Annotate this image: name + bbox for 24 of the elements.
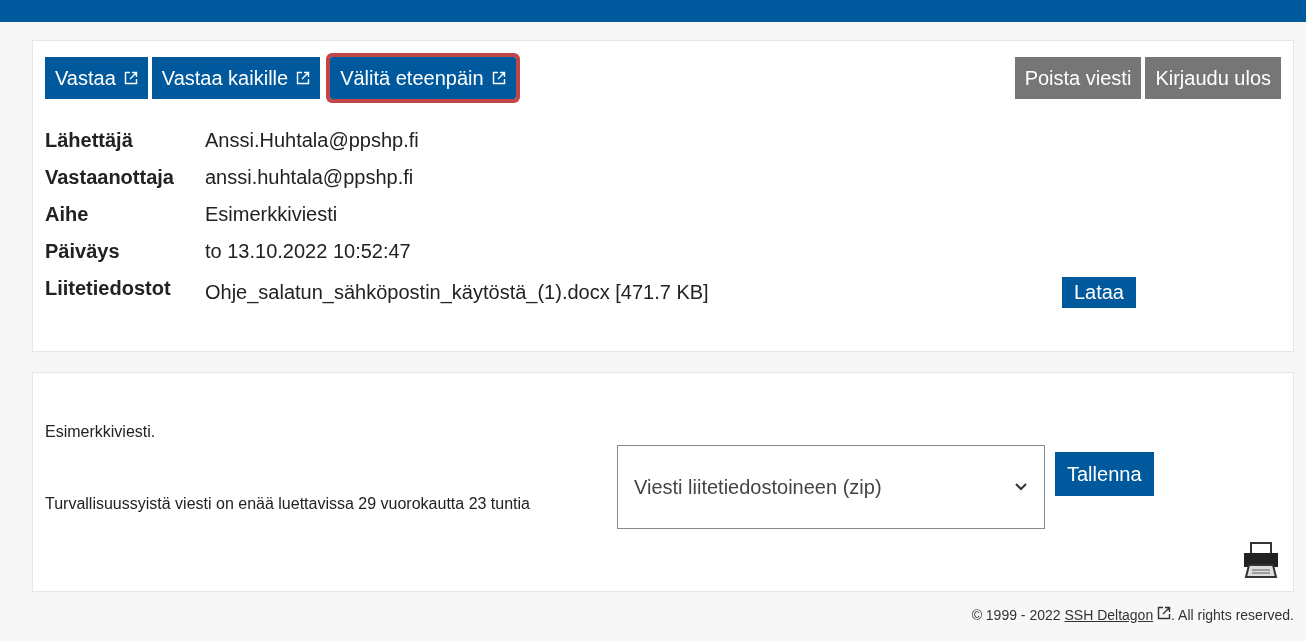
field-value: Esimerkkiviesti — [205, 203, 339, 226]
field-value: Anssi.Huhtala@ppshp.fi — [205, 129, 420, 152]
expiry-notice: Turvallisuussyistä viesti on enää luettavissa 29 vuorokautta 23 tuntia — [45, 494, 531, 514]
chevron-down-icon — [1014, 482, 1028, 492]
field-label: Vastaanottaja — [45, 166, 175, 189]
external-link-icon — [1157, 606, 1172, 620]
attachment-name: Ohje_salatun_sähköpostin_käytöstä_(1).docx [471.7 KB] — [205, 281, 710, 304]
save-button[interactable]: Tallenna — [1055, 452, 1154, 496]
save-format-select[interactable]: Viesti liitetiedostoineen (zip) — [617, 445, 1045, 529]
field-label: Lähettäjä — [45, 129, 134, 152]
action-button[interactable]: Kirjaudu ulos — [1145, 57, 1281, 99]
printer-icon[interactable] — [1241, 539, 1281, 579]
field-value: anssi.huhtala@ppshp.fi — [205, 166, 415, 189]
message-text: Esimerkkiviesti. — [45, 423, 156, 440]
vendor-link[interactable]: SSH Deltagon — [1064, 607, 1154, 623]
toolbar-button[interactable]: Vastaa kaikille — [151, 57, 321, 99]
action-button[interactable]: Poista viesti — [1014, 57, 1142, 99]
field-label: Aihe — [45, 203, 90, 226]
field-value: to 13.10.2022 10:52:47 — [205, 240, 412, 263]
field-label: Liitetiedostot — [45, 277, 172, 301]
download-button[interactable]: Lataa — [1061, 277, 1136, 308]
toolbar-button[interactable]: Vastaa — [45, 57, 148, 99]
field-label: Päiväys — [45, 240, 121, 263]
copyright-text: © 1999 - 2022 SSH Deltagon . All rights reserved. — [970, 606, 1294, 623]
